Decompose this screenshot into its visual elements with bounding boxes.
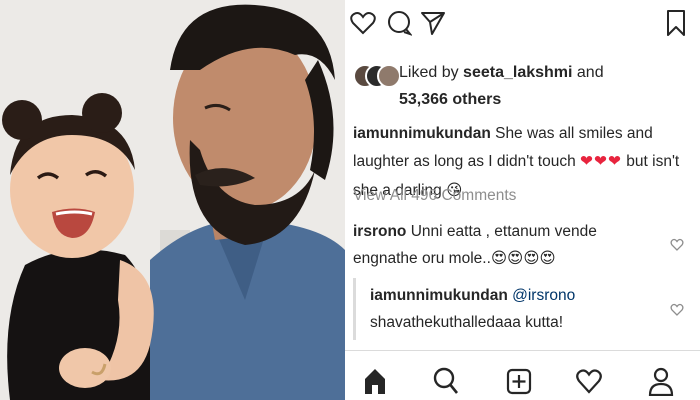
- likes-count[interactable]: 53,366 others: [399, 91, 501, 109]
- likes-summary[interactable]: Liked by seeta_lakshmi and 53,366 others: [353, 60, 693, 114]
- heart-icon[interactable]: [349, 8, 377, 38]
- reply-username[interactable]: iamunnimukundan: [370, 287, 508, 304]
- liker-avatars: [353, 64, 401, 90]
- heart-emoji: ❤❤❤: [580, 153, 622, 170]
- instagram-post-panel: Liked by seeta_lakshmi and 53,366 others…: [345, 0, 700, 400]
- reply-comment: iamunnimukundan @irsrono shavathekuthall…: [370, 282, 665, 336]
- photo-illustration: [0, 0, 345, 400]
- comment-username[interactable]: irsrono: [353, 223, 406, 240]
- caption-username[interactable]: iamunnimukundan: [353, 125, 491, 142]
- action-bar: [345, 8, 700, 44]
- reply-thread: iamunnimukundan @irsrono shavathekuthall…: [353, 278, 696, 340]
- reply-mention[interactable]: @irsrono: [512, 287, 575, 304]
- liked-by-prefix: Liked by: [399, 64, 464, 81]
- liked-by-text: Liked by seeta_lakshmi and: [399, 64, 604, 82]
- liked-by-and: and: [572, 64, 604, 81]
- reply-like-icon[interactable]: [670, 303, 684, 317]
- liked-by-username[interactable]: seeta_lakshmi: [463, 64, 572, 81]
- view-all-comments-link[interactable]: View All 496 Comments: [353, 187, 516, 205]
- bottom-navigation: [345, 352, 700, 400]
- comment: irsrono Unni eatta , ettanum vende engna…: [353, 218, 663, 272]
- post-photo: [0, 0, 345, 400]
- divider: [345, 350, 700, 351]
- share-icon[interactable]: [419, 8, 447, 38]
- bookmark-icon[interactable]: [662, 8, 690, 38]
- profile-icon[interactable]: [645, 364, 677, 398]
- home-icon[interactable]: [359, 364, 391, 398]
- reply-text: shavathekuthalledaaa kutta!: [370, 314, 564, 331]
- add-post-icon[interactable]: [503, 364, 535, 398]
- comment-like-icon[interactable]: [670, 238, 684, 252]
- heart-eyes-emoji: 😍😍😍😍: [490, 249, 556, 267]
- search-icon[interactable]: [430, 364, 462, 398]
- comment-icon[interactable]: [385, 8, 413, 38]
- avatar: [377, 64, 401, 88]
- activity-heart-icon[interactable]: [573, 364, 605, 398]
